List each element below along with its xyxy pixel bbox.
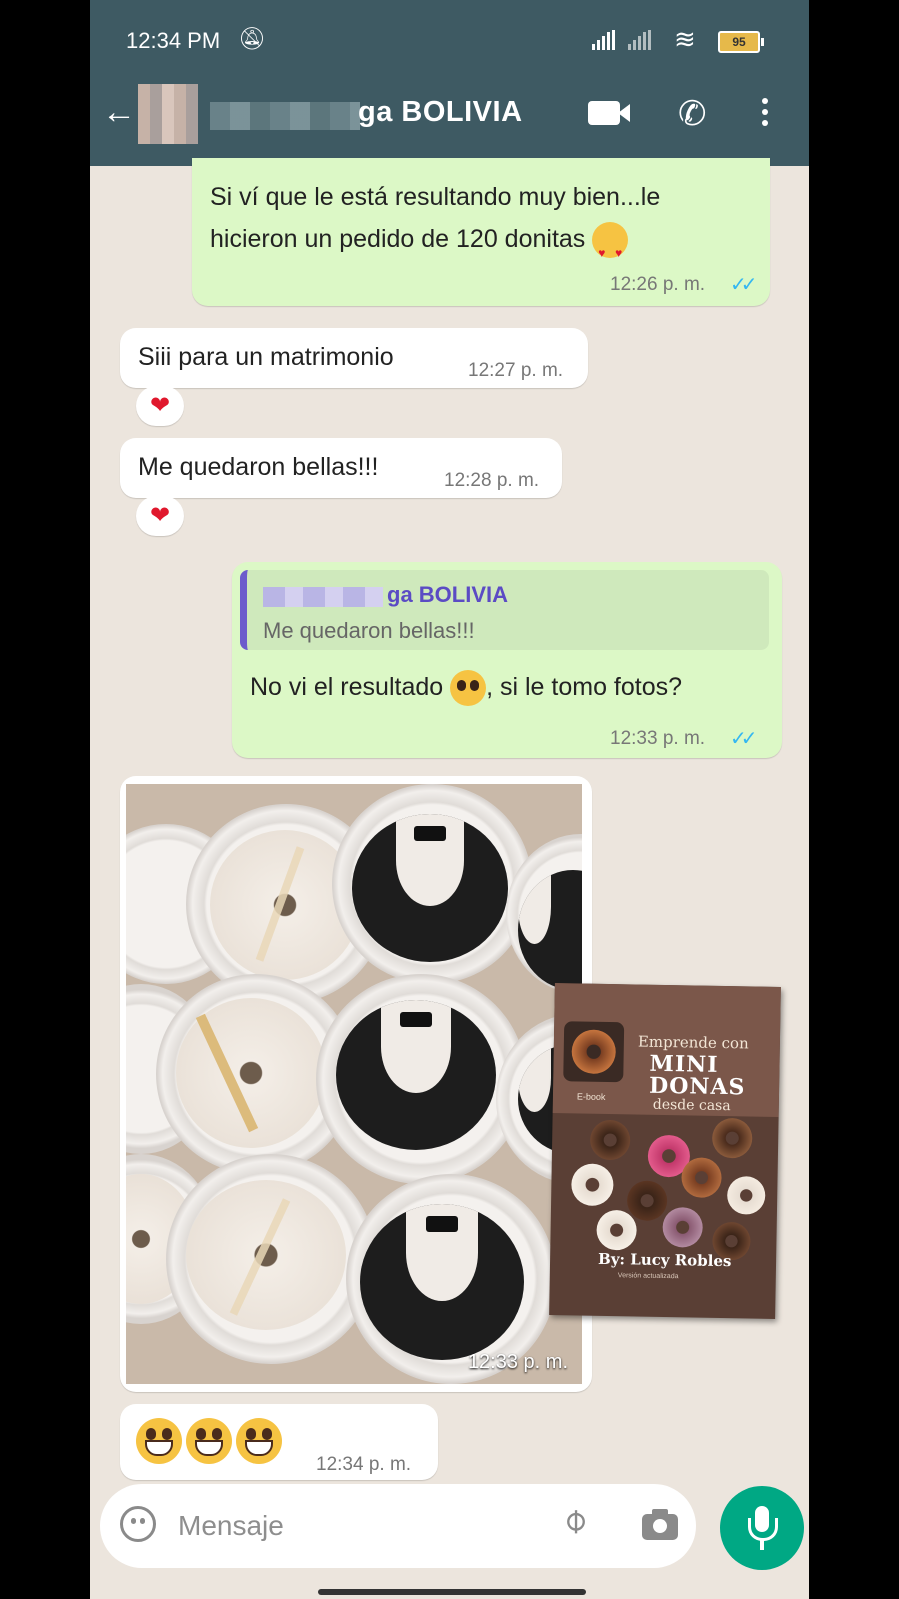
chat-header: 12:34 PM 🔕︎ ≋ 95 ← ga BOLIVIA ✆ <box>90 0 809 166</box>
grinning-face-emoji-icon <box>186 1418 232 1464</box>
message-outgoing-reply[interactable]: ga BOLIVIA Me quedaron bellas!!! No vi e… <box>232 562 782 758</box>
message-text: No vi el resultado , si le tomo fotos? <box>250 666 682 708</box>
grinning-face-emoji-icon <box>236 1418 282 1464</box>
home-indicator[interactable] <box>318 1589 586 1595</box>
message-time: 12:26 p. m. <box>610 274 706 295</box>
ebook-tag: E-book <box>576 1091 606 1102</box>
camera-icon[interactable] <box>642 1509 678 1540</box>
paperclip-icon[interactable]: ⌀ <box>553 1499 596 1542</box>
battery-icon: 95 <box>718 31 764 53</box>
message-time: 12:33 p. m. <box>610 728 706 749</box>
message-time: 12:28 p. m. <box>444 470 540 491</box>
reaction-heart-icon[interactable]: ❤ <box>136 386 184 426</box>
mute-bell-icon: 🔕︎ <box>238 26 266 51</box>
heart-eyes-emoji-icon: ♥ ♥ <box>592 222 629 260</box>
message-incoming[interactable]: Siii para un matrimonio 12:27 p. m. <box>120 328 588 388</box>
read-ticks-icon: ✓✓ <box>730 274 757 296</box>
message-time: 12:27 p. m. <box>468 360 564 381</box>
image-time: 12:33 p. m. <box>467 1351 568 1373</box>
blurred-quote-name <box>263 587 383 607</box>
wifi-icon: ≋ <box>674 24 696 54</box>
chat-title[interactable]: ga BOLIVIA <box>358 96 523 129</box>
ebook-cover[interactable]: Emprende con MINI DONAS desde casa E-boo… <box>549 983 781 1319</box>
ebook-version: Versión actualizada <box>617 1272 679 1281</box>
quoted-message[interactable]: ga BOLIVIA Me quedaron bellas!!! <box>240 570 769 650</box>
donuts-photo[interactable]: 12:33 p. m. <box>126 784 582 1384</box>
quote-author: ga BOLIVIA <box>387 582 509 607</box>
pleading-face-emoji-icon <box>450 670 487 707</box>
donut-thumbnail-icon <box>563 1021 625 1083</box>
message-text: Me quedaron bellas!!! <box>138 453 379 481</box>
message-incoming[interactable]: Me quedaron bellas!!! 12:28 p. m. <box>120 438 562 498</box>
ebook-subtitle: desde casa <box>652 1096 731 1115</box>
reaction-heart-icon[interactable]: ❤ <box>136 496 184 536</box>
ebook-title-line: Emprende con <box>637 1032 749 1053</box>
ebook-author: By: Lucy Robles <box>597 1249 732 1271</box>
blurred-contact-name <box>210 102 360 130</box>
mic-icon[interactable] <box>720 1486 804 1570</box>
emoji-icon[interactable] <box>120 1506 156 1542</box>
arrow-left-icon[interactable]: ← <box>102 95 136 129</box>
message-time: 12:34 p. m. <box>316 1454 412 1475</box>
signal-icon <box>592 30 615 50</box>
read-ticks-icon: ✓✓ <box>730 728 757 750</box>
message-text: Si ví que le está resultando muy bien...… <box>210 183 661 261</box>
kebab-menu-icon[interactable] <box>762 98 768 131</box>
grinning-face-emoji-icon <box>136 1418 182 1464</box>
quote-text: Me quedaron bellas!!! <box>263 618 475 643</box>
message-input[interactable]: Mensaje <box>178 1510 284 1542</box>
video-call-icon[interactable] <box>588 101 630 125</box>
avatar[interactable] <box>138 84 198 144</box>
phone-icon[interactable]: ✆ <box>678 94 707 134</box>
message-outgoing[interactable]: Si ví que le está resultando muy bien...… <box>192 158 770 306</box>
grinning-emoji-group <box>136 1418 282 1464</box>
signal-icon-2 <box>628 30 651 50</box>
status-time: 12:34 PM <box>126 28 221 53</box>
message-input-bar[interactable]: Mensaje ⌀ <box>100 1484 696 1568</box>
phone-screen: 12:34 PM 🔕︎ ≋ 95 ← ga BOLIVIA ✆ Si ví qu… <box>90 0 809 1599</box>
message-text: Siii para un matrimonio <box>138 343 394 371</box>
message-incoming[interactable]: 12:34 p. m. <box>120 1404 438 1480</box>
